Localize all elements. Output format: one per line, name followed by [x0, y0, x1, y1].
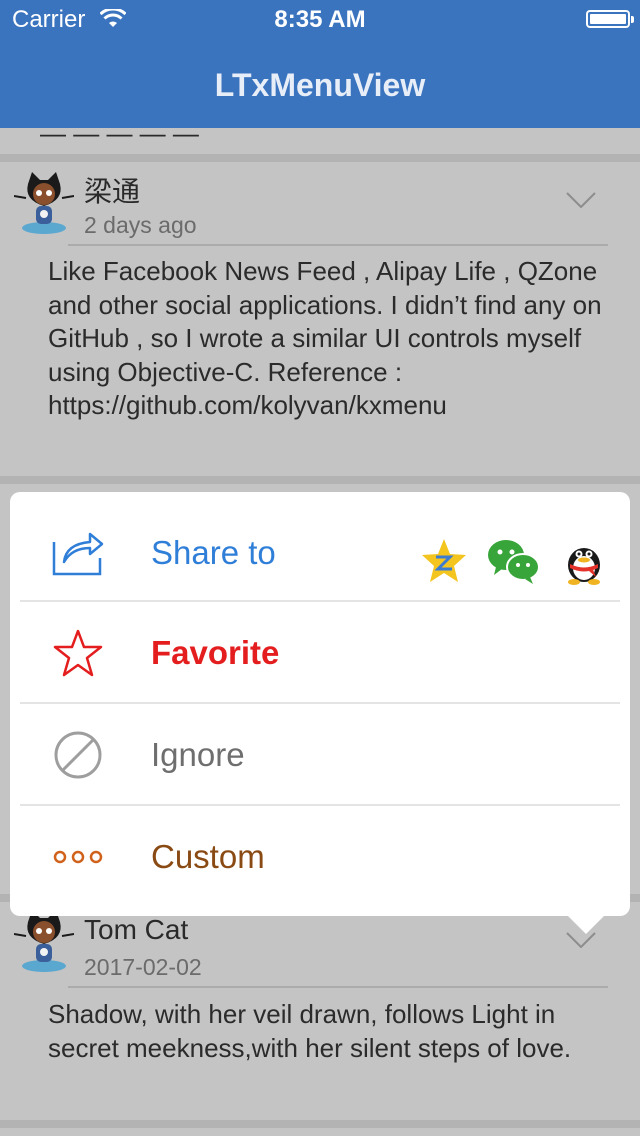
- post-text: Shadow, with her veil drawn, follows Lig…: [48, 999, 572, 1063]
- divider: [0, 154, 640, 162]
- post-date: 2 days ago: [84, 212, 197, 238]
- menu-item-custom[interactable]: Custom: [10, 806, 630, 908]
- qzone-icon[interactable]: [420, 537, 468, 585]
- more-dots-icon: [53, 850, 103, 864]
- divider: [68, 244, 608, 246]
- popover-menu: Share to Favorite Ignore Custom: [10, 492, 630, 916]
- truncated-post-text: — — — — —: [40, 128, 199, 148]
- status-time: 8:35 AM: [274, 6, 366, 33]
- author-name[interactable]: 梁通: [84, 170, 140, 210]
- menu-label: Favorite: [151, 634, 280, 671]
- avatar[interactable]: [14, 170, 74, 236]
- chevron-down-icon[interactable]: [566, 932, 596, 948]
- menu-item-share[interactable]: Share to: [10, 502, 630, 604]
- qq-icon[interactable]: [562, 537, 606, 585]
- list-item[interactable]: 梁通 2 days ago Like Facebook News Feed , …: [0, 162, 640, 476]
- divider: [0, 476, 640, 484]
- page-title: LTxMenuView: [214, 67, 426, 103]
- divider: [68, 986, 608, 988]
- battery-icon: [586, 10, 634, 28]
- menu-label: Share to: [151, 534, 276, 571]
- ignore-icon: [54, 731, 102, 779]
- wechat-icon[interactable]: [486, 537, 540, 585]
- star-icon: [53, 629, 103, 677]
- popover-arrow: [568, 916, 604, 934]
- navigation-bar: Carrier 8:35 AM LTxMenuView: [0, 0, 640, 128]
- post-date: 2017-02-02: [84, 954, 202, 980]
- menu-label: Ignore: [151, 736, 245, 773]
- menu-item-ignore[interactable]: Ignore: [10, 704, 630, 806]
- post-text: Like Facebook News Feed , Alipay Life , …: [48, 256, 602, 420]
- avatar[interactable]: [14, 908, 74, 974]
- share-icon: [52, 532, 104, 576]
- menu-item-favorite[interactable]: Favorite: [10, 602, 630, 704]
- list-item[interactable]: Tom Cat 2017-02-02 Shadow, with her veil…: [0, 902, 640, 1120]
- list-item[interactable]: — — — — —: [0, 128, 640, 154]
- menu-label: Custom: [151, 838, 265, 875]
- chevron-down-icon[interactable]: [566, 192, 596, 208]
- divider: [0, 1120, 640, 1128]
- author-name[interactable]: Tom Cat: [84, 914, 188, 946]
